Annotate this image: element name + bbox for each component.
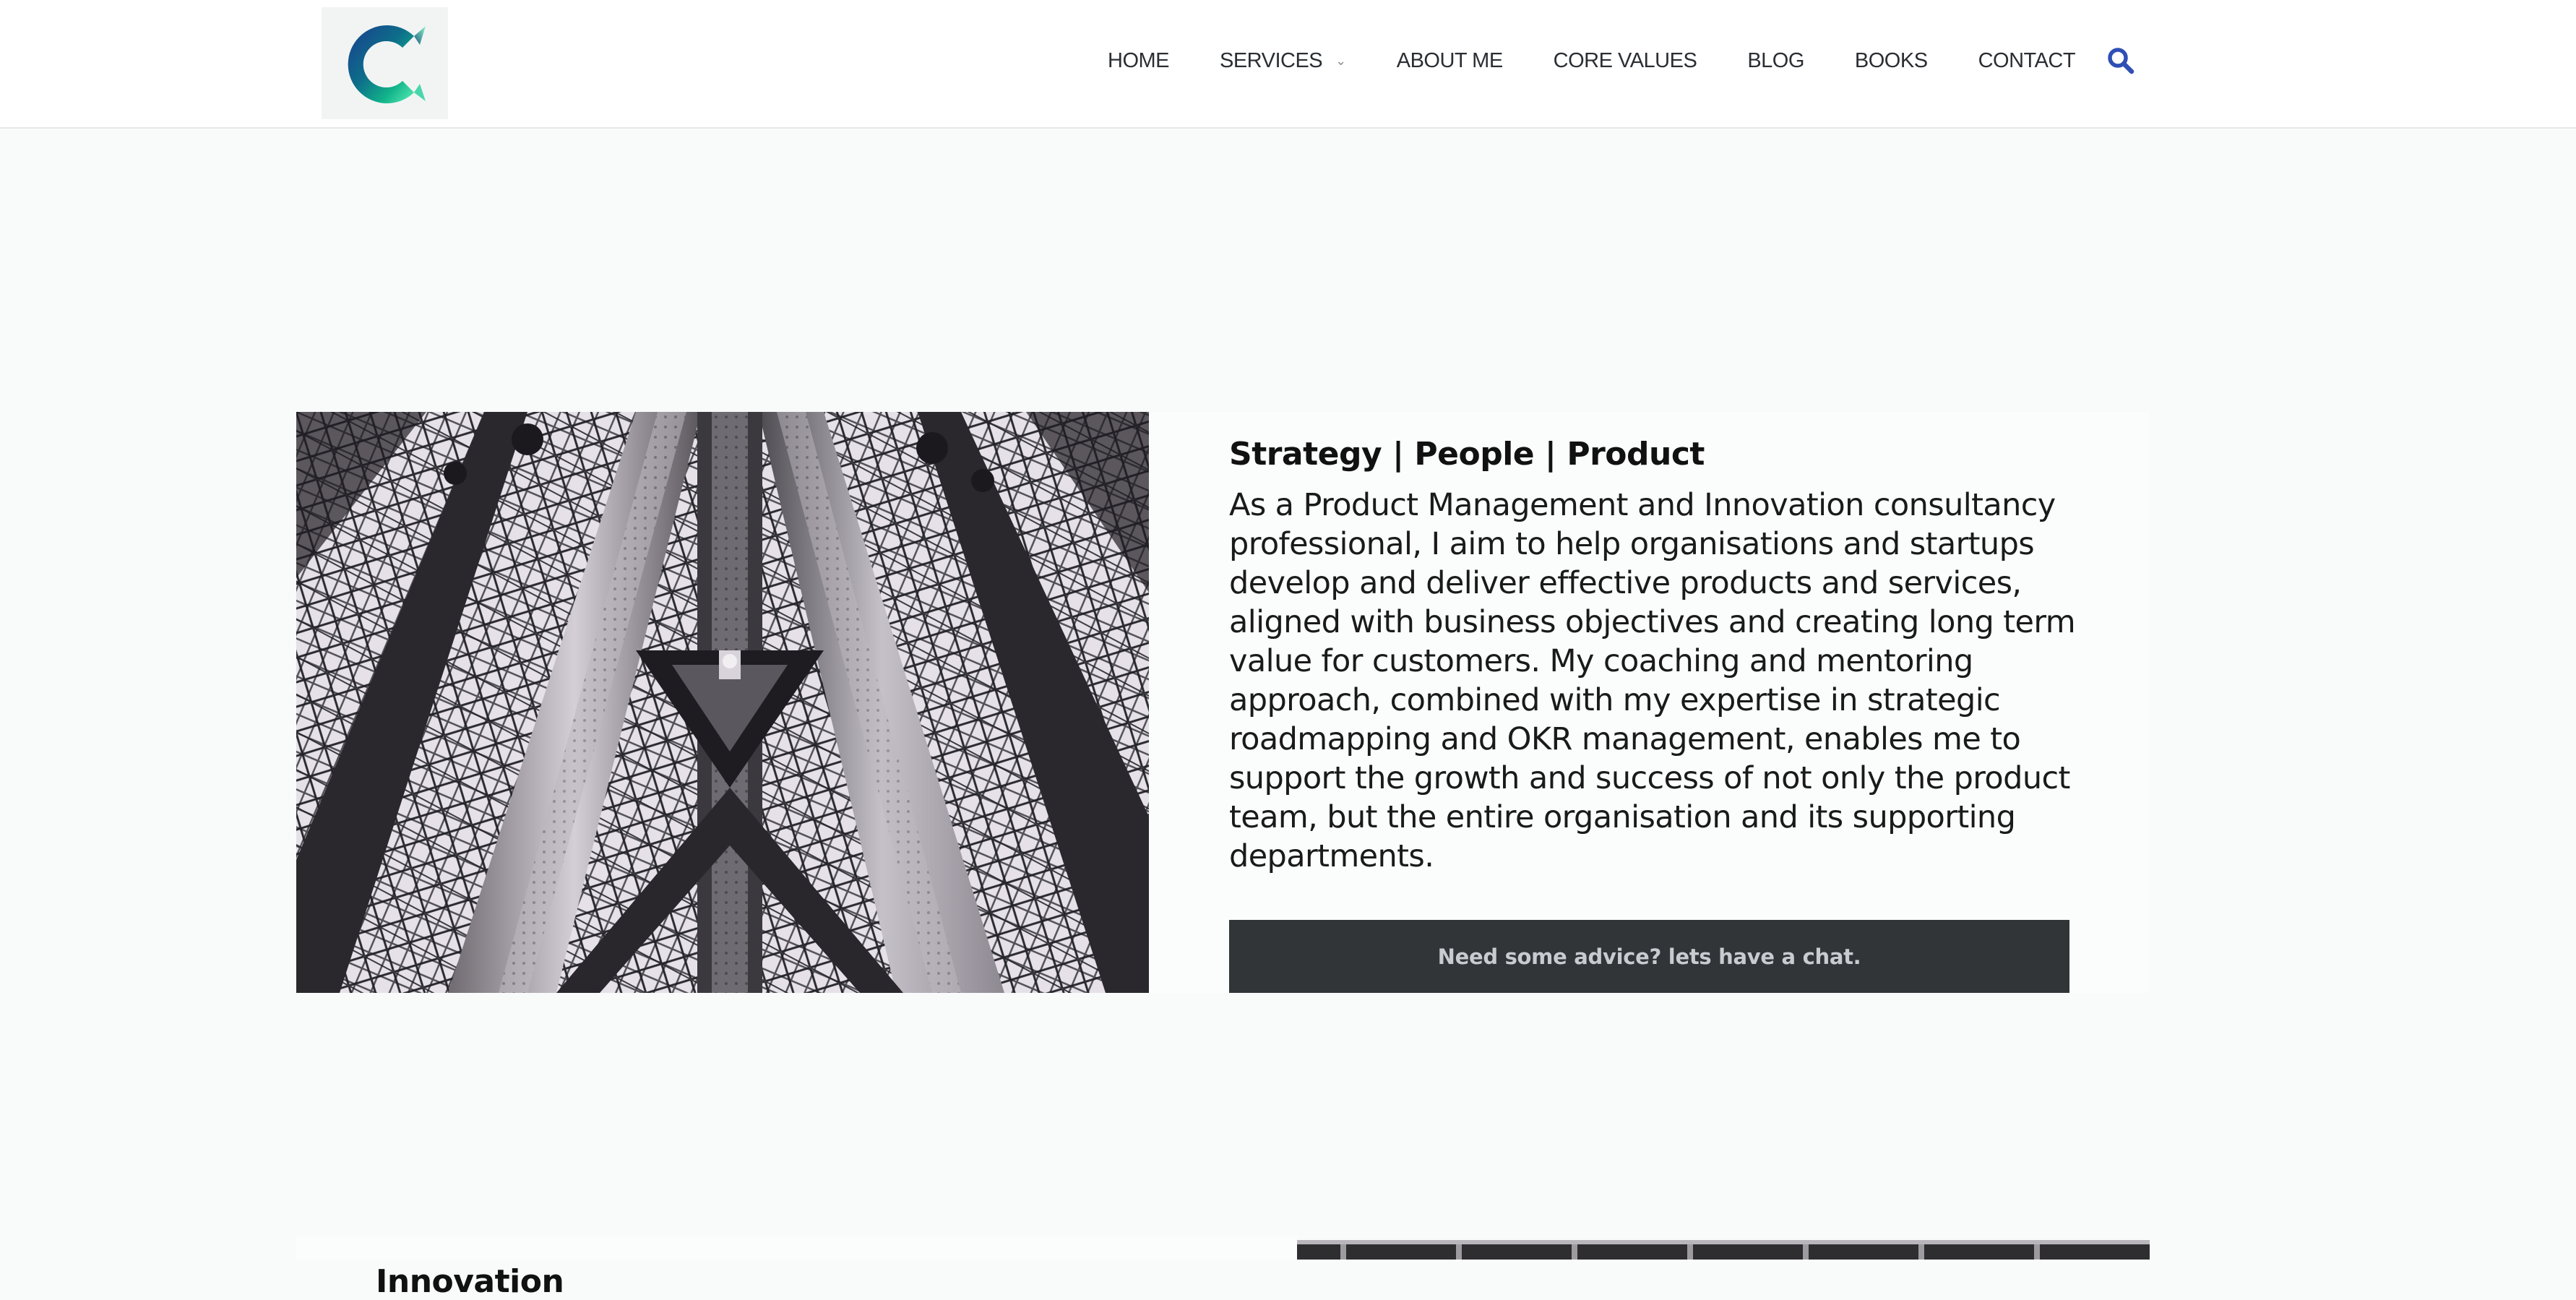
search-icon xyxy=(2108,48,2135,74)
logo-c-icon xyxy=(348,25,426,104)
search-button[interactable] xyxy=(2106,46,2135,75)
eiffel-tower-image xyxy=(296,412,1149,993)
nav-home[interactable]: HOME xyxy=(1108,49,1170,73)
chat-cta-button[interactable]: Need some advice? lets have a chat. xyxy=(1229,920,2069,993)
nav-blog[interactable]: BLOG xyxy=(1747,49,1804,73)
nav-about-me[interactable]: ABOUT ME xyxy=(1397,49,1503,73)
hero-heading: Strategy | People | Product xyxy=(1229,435,1705,473)
innovation-heading: Innovation xyxy=(376,1262,564,1300)
nav-core-values[interactable]: CORE VALUES xyxy=(1554,49,1697,73)
chevron-down-icon: ⌄ xyxy=(1335,53,1346,68)
hero-description: As a Product Management and Innovation c… xyxy=(1229,487,2076,874)
nav-contact[interactable]: CONTACT xyxy=(1978,49,2076,73)
hero-image xyxy=(296,412,1149,993)
nav-services[interactable]: SERVICES ⌄ xyxy=(1220,49,1346,73)
innovation-building-image xyxy=(1297,1240,2150,1260)
site-logo[interactable] xyxy=(322,7,448,119)
site-header: HOME SERVICES ⌄ ABOUT ME CORE VALUES BLO… xyxy=(0,0,2576,129)
innovation-image xyxy=(1297,1240,2150,1260)
main-nav: HOME SERVICES ⌄ ABOUT ME CORE VALUES BLO… xyxy=(1108,40,2076,81)
nav-services-label: SERVICES xyxy=(1220,48,1323,72)
nav-books[interactable]: BOOKS xyxy=(1855,49,1928,73)
innovation-text-panel xyxy=(296,1236,1297,1260)
